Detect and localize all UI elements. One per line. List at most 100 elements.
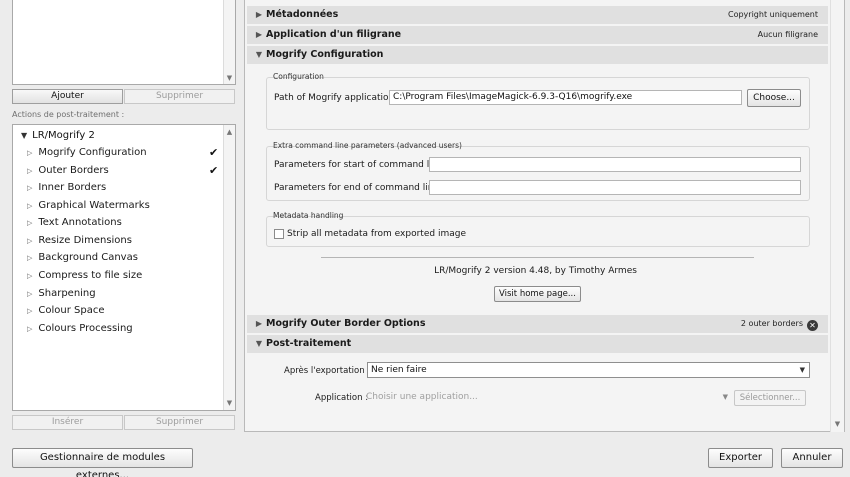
tree-item-label: Sharpening [38, 288, 96, 299]
preset-list[interactable]: ▼ [12, 0, 236, 85]
end-params-label: Parameters for end of command line: [274, 183, 443, 193]
section-watermark-header[interactable]: ▶ Application d'un filigrane Aucun filigr… [247, 26, 828, 44]
tree-item-text-annotations[interactable]: ▷ Text Annotations [27, 217, 122, 228]
application-select[interactable]: Choisir une application... ▼ [366, 390, 732, 405]
tree-item-label: Compress to file size [38, 270, 143, 281]
tree-item-inner-borders[interactable]: ▷ Inner Borders [27, 182, 106, 193]
post-actions-caption: Actions de post-traitement : [12, 110, 125, 119]
section-title: Mogrify Configuration [266, 49, 384, 60]
triangle-right-icon: ▷ [27, 184, 33, 192]
section-post-processing-header[interactable]: ▼ Post-traitement [247, 335, 828, 353]
tree-item-sharpening[interactable]: ▷ Sharpening [27, 288, 96, 299]
section-title: Métadonnées [266, 9, 339, 20]
triangle-right-icon: ▷ [27, 290, 33, 298]
group-title: Metadata handling [273, 211, 344, 220]
preset-list-scrollbar[interactable]: ▼ [223, 0, 235, 84]
triangle-right-icon: ▷ [27, 272, 33, 280]
tree-root[interactable]: ▼ LR/Mogrify 2 [21, 130, 95, 141]
after-export-value: Ne rien faire [371, 365, 427, 375]
plugin-manager-button[interactable]: Gestionnaire de modules externes... [12, 448, 193, 477]
checkmark-icon: ✔ [209, 164, 219, 177]
triangle-right-icon: ▷ [27, 307, 33, 315]
triangle-right-icon: ▷ [27, 202, 33, 210]
section-status: 2 outer borders [740, 319, 803, 328]
after-export-select[interactable]: Ne rien faire ▼ [367, 362, 810, 378]
checkmark-icon: ✔ [209, 146, 219, 159]
tree-item-graphical-watermarks[interactable]: ▷ Graphical Watermarks [27, 200, 150, 211]
application-placeholder: Choisir une application... [366, 392, 478, 402]
divider [321, 257, 754, 258]
section-title: Mogrify Outer Border Options [266, 318, 426, 329]
cancel-button[interactable]: Annuler [781, 448, 843, 468]
path-label: Path of Mogrify application: [274, 93, 398, 103]
post-process-tree[interactable]: ▼ LR/Mogrify 2 ▷ Mogrify Configuration ✔ ▷… [12, 124, 236, 411]
export-button[interactable]: Exporter [708, 448, 773, 468]
triangle-down-icon[interactable]: ▼ [21, 131, 27, 140]
triangle-right-icon[interactable]: ▶ [252, 315, 266, 333]
settings-scrollbar[interactable]: ▼ [830, 0, 844, 432]
section-title: Post-traitement [266, 338, 352, 349]
tree-item-mogrify-configuration[interactable]: ▷ Mogrify Configuration [27, 147, 147, 158]
dropdown-arrow-icon[interactable]: ▼ [723, 390, 728, 404]
triangle-right-icon: ▷ [27, 237, 33, 245]
tree-item-label: Colour Space [38, 305, 105, 316]
section-metadata-header[interactable]: ▶ Métadonnées Copyright uniquement [247, 6, 828, 24]
section-status-wrap: 2 outer borders ✕ [741, 315, 818, 333]
choose-path-button[interactable]: Choose... [747, 89, 801, 107]
visit-home-page-button[interactable]: Visit home page... [494, 286, 581, 302]
section-status: Copyright uniquement [728, 10, 818, 19]
triangle-right-icon: ▷ [27, 219, 33, 227]
triangle-right-icon: ▷ [27, 167, 33, 175]
strip-metadata-label: Strip all metadata from exported image [287, 229, 466, 239]
triangle-right-icon: ▷ [27, 149, 33, 157]
remove-action-button[interactable]: Supprimer [124, 415, 235, 430]
section-mogrify-config-header[interactable]: ▼ Mogrify Configuration [247, 46, 828, 64]
start-params-label: Parameters for start of command line: [274, 160, 447, 170]
add-preset-button[interactable]: Ajouter [12, 89, 123, 104]
scroll-down-arrow-icon[interactable]: ▼ [224, 399, 235, 407]
tree-item-background-canvas[interactable]: ▷ Background Canvas [27, 252, 138, 263]
tree-scrollbar[interactable]: ▲ ▼ [223, 125, 235, 410]
group-title: Extra command line parameters (advanced … [273, 141, 462, 150]
section-title: Application d'un filigrane [266, 29, 402, 40]
tree-item-label: Text Annotations [38, 217, 122, 228]
tree-item-colour-space[interactable]: ▷ Colour Space [27, 305, 105, 316]
triangle-down-icon[interactable]: ▼ [252, 46, 266, 64]
dropdown-arrow-icon[interactable]: ▼ [800, 363, 805, 377]
scroll-up-arrow-icon[interactable]: ▲ [224, 128, 235, 136]
remove-preset-button[interactable]: Supprimer [124, 89, 235, 104]
triangle-right-icon: ▷ [27, 254, 33, 262]
mogrify-path-input[interactable]: C:\Program Files\ImageMagick-6.9.3-Q16\m… [389, 90, 742, 105]
scroll-down-arrow-icon[interactable]: ▼ [224, 74, 235, 82]
close-circle-icon[interactable]: ✕ [807, 320, 818, 331]
tree-item-label: Resize Dimensions [38, 235, 132, 246]
tree-item-label: Mogrify Configuration [38, 147, 147, 158]
scroll-down-arrow-icon[interactable]: ▼ [831, 420, 844, 428]
tree-item-outer-borders[interactable]: ▷ Outer Borders [27, 165, 109, 176]
tree-item-label: Outer Borders [38, 165, 109, 176]
tree-item-label: Inner Borders [38, 182, 107, 193]
tree-root-label: LR/Mogrify 2 [32, 130, 95, 141]
after-export-label: Après l'exportation : [284, 366, 371, 376]
triangle-right-icon[interactable]: ▶ [252, 6, 266, 24]
section-outer-border-header[interactable]: ▶ Mogrify Outer Border Options 2 outer bo… [247, 315, 828, 333]
tree-item-compress-to-file-size[interactable]: ▷ Compress to file size [27, 270, 142, 281]
insert-button[interactable]: Insérer [12, 415, 123, 430]
tree-item-label: Graphical Watermarks [38, 200, 150, 211]
group-title: Configuration [273, 72, 324, 81]
export-settings-panel: ▶ Métadonnées Copyright uniquement ▶ Appli… [244, 0, 845, 432]
triangle-down-icon[interactable]: ▼ [252, 335, 266, 353]
end-params-input[interactable] [429, 180, 801, 195]
tree-item-label: Colours Processing [38, 323, 133, 334]
tree-item-label: Background Canvas [38, 252, 138, 263]
tree-item-resize-dimensions[interactable]: ▷ Resize Dimensions [27, 235, 132, 246]
tree-item-colours-processing[interactable]: ▷ Colours Processing [27, 323, 133, 334]
version-text: LR/Mogrify 2 version 4.48, by Timothy Ar… [434, 266, 637, 276]
strip-metadata-checkbox[interactable] [274, 229, 284, 239]
triangle-right-icon[interactable]: ▶ [252, 26, 266, 44]
select-application-button[interactable]: Sélectionner... [734, 390, 806, 406]
triangle-right-icon: ▷ [27, 325, 33, 333]
application-label: Application : [315, 393, 369, 403]
start-params-input[interactable] [429, 157, 801, 172]
section-status: Aucun filigrane [757, 30, 818, 39]
